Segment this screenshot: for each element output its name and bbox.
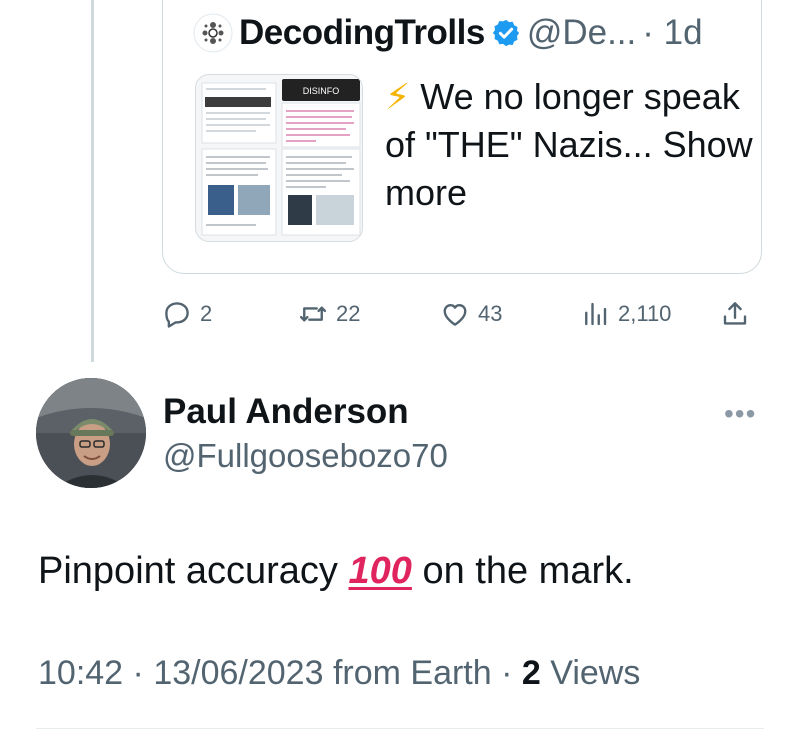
share-button[interactable] <box>720 292 750 336</box>
retweet-count: 22 <box>336 301 361 326</box>
views-label: Views <box>550 654 641 692</box>
reply-icon <box>165 302 189 328</box>
reply-button[interactable]: 2 <box>162 292 212 336</box>
views-button[interactable]: 2,110 <box>580 292 671 336</box>
bolt-icon: ⚡ <box>385 76 411 117</box>
quoted-author-name[interactable]: DecodingTrolls <box>239 13 485 53</box>
views-icon <box>585 302 607 326</box>
reply-count: 2 <box>200 301 213 326</box>
quoted-tweet-header: DecodingTrolls @De... · 1d <box>193 11 703 55</box>
like-icon <box>443 303 467 326</box>
tweet-text-before: Pinpoint accuracy <box>38 550 338 592</box>
thread-line <box>91 0 94 362</box>
share-icon <box>723 302 747 325</box>
meta-separator: · <box>501 654 513 692</box>
tweet-text-after: on the mark. <box>422 550 634 592</box>
quoted-tweet-text: ⚡ We no longer speak of "THE" Nazis... S… <box>385 73 755 217</box>
tweet-action-bar: 2 22 43 2,110 <box>162 292 772 336</box>
hundred-points-icon: 100 <box>348 550 412 592</box>
like-count: 43 <box>478 301 503 326</box>
tweet-source: from Earth <box>332 654 492 692</box>
retweet-button[interactable]: 22 <box>298 292 360 336</box>
tweet-text: Pinpoint accuracy 100 on the mark. <box>38 550 634 593</box>
author-avatar[interactable] <box>36 378 146 488</box>
divider <box>36 728 764 729</box>
quoted-author-avatar[interactable] <box>193 13 233 53</box>
author-name[interactable]: Paul Anderson <box>163 392 409 432</box>
author-handle[interactable]: @Fullgoosebozo70 <box>163 437 448 475</box>
views-count: 2,110 <box>618 301 672 326</box>
quoted-tweet-image[interactable]: DISINFO <box>195 74 363 242</box>
tweet-time[interactable]: 10:42 <box>38 654 123 692</box>
like-button[interactable]: 43 <box>440 292 502 336</box>
tweet-metadata: 10:42 · 13/06/2023 from Earth · 2 Views <box>38 654 640 693</box>
quoted-tweet-card[interactable]: DecodingTrolls @De... · 1d DISINFO ⚡ We … <box>162 0 762 274</box>
tweet-date[interactable]: 13/06/2023 <box>153 654 323 692</box>
more-options-icon[interactable]: ••• <box>724 398 756 430</box>
meta-separator: · <box>132 654 144 692</box>
quoted-author-handle[interactable]: @De... <box>527 13 636 53</box>
retweet-icon <box>299 306 327 322</box>
quoted-tweet-time[interactable]: · 1d <box>642 13 702 53</box>
verified-badge-icon <box>492 19 519 47</box>
views-total: 2 <box>521 654 541 692</box>
thumb-label: DISINFO <box>303 86 340 96</box>
